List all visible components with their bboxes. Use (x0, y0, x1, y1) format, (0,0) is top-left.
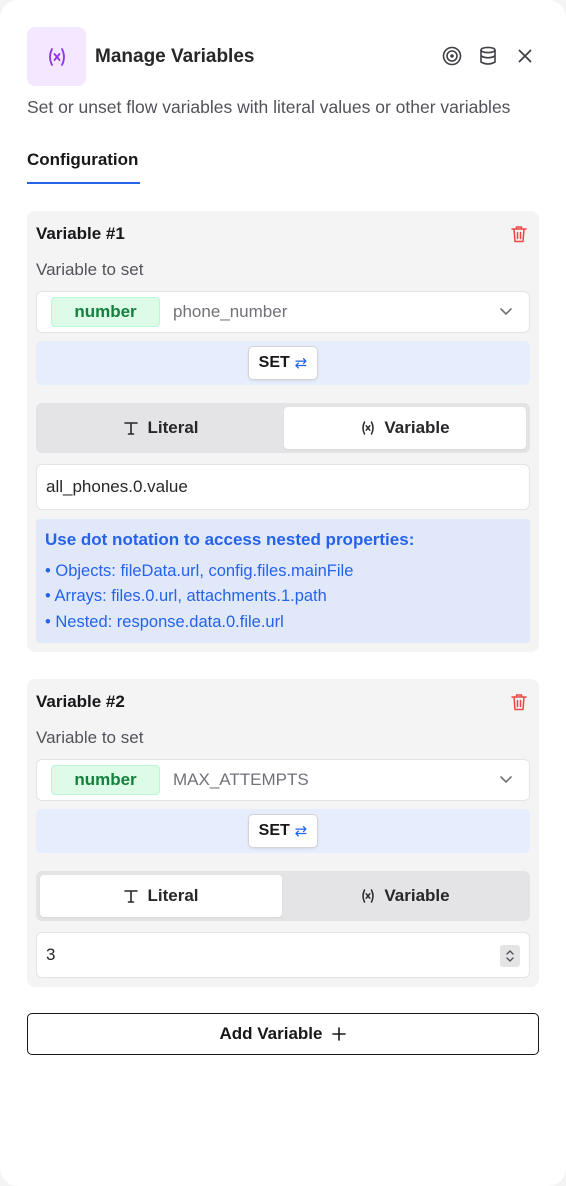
mode-literal-label: Literal (147, 418, 199, 437)
swap-icon: ⇄ (294, 823, 308, 840)
delete-variable-icon[interactable] (508, 222, 530, 246)
target-icon[interactable] (441, 45, 463, 67)
variable-icon (27, 27, 86, 86)
mode-literal-option[interactable]: Literal (40, 407, 282, 449)
type-badge: number (51, 765, 160, 795)
chevron-down-icon (499, 304, 513, 323)
literal-value-input[interactable]: 3 (36, 932, 530, 978)
text-icon (124, 422, 139, 435)
hint-item: • Objects: fileData.url, config.files.ma… (45, 562, 354, 580)
mode-literal-label: Literal (147, 886, 199, 905)
value-mode-toggle: Literal Variable (36, 403, 530, 453)
field-label: Variable to set (36, 260, 144, 279)
close-icon[interactable] (514, 45, 536, 67)
variable-select[interactable]: number phone_number (36, 291, 530, 333)
number-stepper[interactable] (500, 945, 520, 967)
plus-icon (332, 1027, 347, 1041)
dot-notation-hint: Use dot notation to access nested proper… (36, 519, 530, 643)
variable-card-1: Variable #1 Variable to set number phone… (27, 211, 539, 652)
hint-item: • Nested: response.data.0.file.url (45, 613, 284, 631)
variable-card-2: Variable #2 Variable to set number MAX_A… (27, 679, 539, 987)
value-mode-toggle: Literal Variable (36, 871, 530, 921)
operation-bar: SET ⇄ (36, 341, 530, 385)
hint-title: Use dot notation to access nested proper… (45, 530, 415, 549)
tab-configuration[interactable]: Configuration (27, 150, 140, 184)
operation-label: SET (258, 354, 290, 371)
text-icon (124, 890, 139, 903)
delete-variable-icon[interactable] (508, 690, 530, 714)
chevron-down-icon (499, 772, 513, 791)
selected-variable: MAX_ATTEMPTS (173, 770, 309, 789)
variable-icon (362, 889, 375, 903)
selected-variable: phone_number (173, 302, 288, 321)
operation-bar: SET ⇄ (36, 809, 530, 853)
manage-variables-panel: Manage Variables Set or unset flow varia… (0, 0, 566, 1186)
mode-variable-option[interactable]: Variable (284, 875, 526, 917)
hint-item: • Arrays: files.0.url, attachments.1.pat… (45, 587, 327, 605)
mode-variable-label: Variable (384, 418, 450, 437)
panel-title: Manage Variables (95, 46, 255, 67)
add-variable-button[interactable]: Add Variable (27, 1013, 539, 1055)
variable-card-title: Variable #1 (36, 224, 125, 243)
input-value: all_phones.0.value (46, 477, 188, 496)
mode-literal-option[interactable]: Literal (40, 875, 282, 917)
variable-card-title: Variable #2 (36, 692, 125, 711)
operation-toggle-button[interactable]: SET ⇄ (248, 346, 318, 380)
field-label: Variable to set (36, 728, 144, 747)
operation-label: SET (258, 822, 290, 839)
variable-path-input[interactable]: all_phones.0.value (36, 464, 530, 510)
variable-icon (362, 421, 375, 435)
database-icon[interactable] (477, 45, 499, 67)
add-variable-label: Add Variable (219, 1024, 323, 1043)
swap-icon: ⇄ (294, 355, 308, 372)
variable-select[interactable]: number MAX_ATTEMPTS (36, 759, 530, 801)
operation-toggle-button[interactable]: SET ⇄ (248, 814, 318, 848)
type-badge: number (51, 297, 160, 327)
mode-variable-label: Variable (384, 886, 450, 905)
panel-header: Manage Variables (27, 27, 539, 87)
mode-variable-option[interactable]: Variable (284, 407, 526, 449)
input-value: 3 (46, 945, 56, 964)
panel-description: Set or unset flow variables with literal… (27, 97, 511, 117)
